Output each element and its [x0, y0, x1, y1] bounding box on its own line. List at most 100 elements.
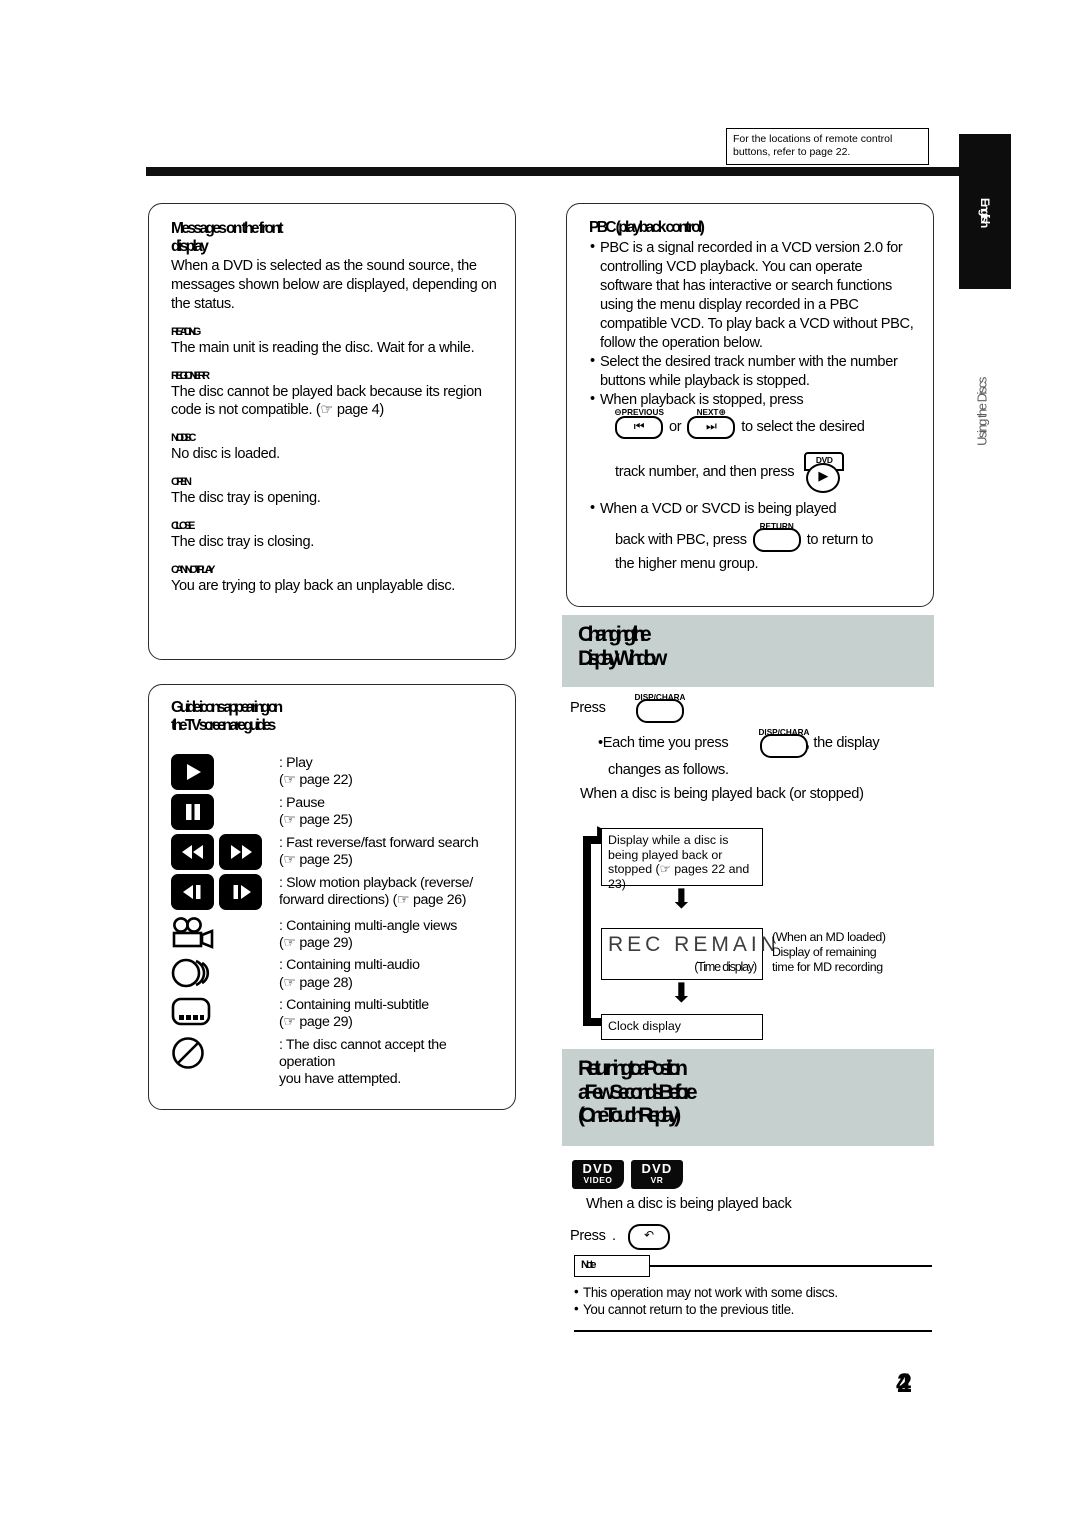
note-item-1: This operation may not work with some di…: [574, 1283, 932, 1301]
guide-panel-title: Guide icons appearing on the TV screen a…: [171, 699, 497, 735]
guide-row-search: : Fast reverse/fast forward search (☞ pa…: [171, 832, 497, 870]
status-desc-reading: The main unit is reading the disc. Wait …: [171, 339, 475, 356]
status-desc-close: The disc tray is closing.: [171, 534, 314, 551]
pbc-return-text-a: back with PBC, press: [615, 531, 747, 548]
guide-icons-play: [171, 752, 279, 790]
footer-rule: [574, 1330, 932, 1332]
guide-text-search: : Fast reverse/fast forward search (☞ pa…: [279, 834, 479, 868]
time-display-label: (Time display): [694, 959, 757, 974]
flow-arrow-2-icon: ⬇: [670, 978, 693, 1009]
pbc-row2-text: track number, and then press: [615, 463, 795, 480]
pbc-or-label: or: [669, 419, 682, 436]
guide-row-play: : Play (☞ page 22): [171, 752, 497, 790]
callout-line-1: For the locations of remote control: [733, 133, 893, 145]
dvd-play-button[interactable]: DVD ▶: [800, 451, 845, 493]
next-icon: ⏭: [706, 418, 717, 433]
guide-text-audio: : Containing multi-audio (☞ page 28): [279, 957, 420, 991]
front-display-title-line-2: display: [171, 237, 209, 255]
guide-text-subtitle: : Containing multi-subtitle (☞ page 29): [279, 996, 429, 1031]
prohibited-icon: [172, 1036, 204, 1069]
return-heading-line-2: a Few Seconds Before: [578, 1080, 698, 1104]
language-tab: English: [959, 134, 1011, 289]
section-side-label: Using the Discs: [962, 352, 1002, 472]
guide-title-line-2: the TV screen are guides: [171, 716, 276, 734]
pbc-panel-title: PBC (playback control): [589, 219, 705, 236]
pbc-bullet-2: Select the desired track number with the…: [589, 352, 915, 391]
disp-chara-caption-top: DISP/CHARA: [634, 693, 686, 702]
display-heading-line-1: Changing the: [578, 623, 652, 646]
replay-icon: ↶: [643, 1228, 655, 1242]
display-window-heading-text: Changing the Display Window: [578, 623, 934, 670]
next-button-caption: NEXT⊕: [696, 407, 726, 418]
front-display-messages-panel: Messages on the front display When a DVD…: [148, 203, 516, 660]
guide-icons-audio: [171, 954, 279, 990]
status-desc-no-disc: No disc is loaded.: [171, 446, 280, 463]
pbc-bullet-4: When a VCD or SVCD is being played: [589, 499, 915, 519]
badge-dvd-video-bottom: VIDEO: [583, 1175, 613, 1185]
front-display-panel-title: Messages on the front display: [171, 220, 497, 256]
flow-box-clock: Clock display: [601, 1014, 763, 1040]
status-code-no-disc: NO DISC: [171, 432, 196, 445]
status-desc-open: The disc tray is opening.: [171, 490, 321, 507]
guide-text-pause: : Pause (☞ page 25): [279, 794, 353, 828]
pbc-bullet-list-2: When a VCD or SVCD is being played: [589, 499, 915, 519]
status-code-open: OPEN: [171, 476, 192, 489]
status-code-region-err: REGION ERR: [171, 369, 210, 382]
remote-locations-callout: For the locations of remote control butt…: [726, 128, 929, 166]
guide-row-subtitle: : Containing multi-subtitle (☞ page 29): [171, 994, 497, 1032]
badge-dvd-video: DVD VIDEO: [572, 1160, 624, 1189]
display-window-section-heading: Changing the Display Window: [562, 615, 934, 687]
previous-button[interactable]: ⊖PREVIOUS ⏮: [614, 408, 664, 439]
pbc-dvd-button-row: track number, and then press DVD ▶: [615, 451, 915, 493]
display-sub-c: changes as follows.: [608, 762, 729, 778]
language-tab-label: English: [978, 197, 992, 226]
flow-arrow-1-icon: ⬇: [670, 884, 693, 915]
previous-icon: ⏮: [633, 418, 645, 433]
return-condition: When a disc is being played back: [586, 1196, 792, 1212]
flow-md-note-line-1: (When an MD loaded): [772, 930, 886, 944]
front-display-title-line-1: Messages on the front: [171, 220, 284, 237]
subtitle-icon: [171, 997, 211, 1026]
disp-chara-button-inline[interactable]: DISP/CHARA: [759, 728, 809, 763]
callout-line-2: buttons, refer to page 22.: [733, 146, 851, 159]
pbc-skip-button-row: ⊖PREVIOUS ⏮ or NEXT⊕ ⏭ to select the des…: [614, 408, 915, 439]
guide-text-angle: : Containing multi-angle views (☞ page 2…: [279, 917, 457, 951]
slow-reverse-icon: [171, 873, 214, 910]
badge-dvd-vr-top: DVD: [641, 1161, 673, 1176]
flow-box-playback: Display while a disc is being played bac…: [601, 828, 763, 891]
return-heading-line-1: Returning to a Position: [578, 1057, 688, 1080]
guide-row-angle: : Containing multi-angle views (☞ page 2…: [171, 915, 497, 953]
display-heading-line-2: Display Window: [578, 646, 667, 670]
display-press-label: Press: [570, 700, 606, 716]
status-code-close: CLOSE: [171, 520, 195, 533]
display-sub-b: , the display: [806, 735, 880, 751]
return-button[interactable]: RETURN: [752, 522, 801, 552]
return-press-label: Press: [570, 1228, 606, 1244]
guide-row-audio: : Containing multi-audio (☞ page 28): [171, 954, 497, 992]
guide-icons-prohibited: [171, 1034, 279, 1070]
disp-chara-button-top[interactable]: DISP/CHARA: [635, 693, 685, 728]
guide-icons-pause: [171, 792, 279, 830]
guide-icons-slow: [171, 872, 279, 910]
guide-icons-search: [171, 832, 279, 870]
flow-md-note-line-3: time for MD recording: [772, 960, 883, 975]
one-touch-replay-section-heading: Returning to a Position a Few Seconds Be…: [562, 1049, 934, 1146]
slow-forward-icon: [219, 873, 262, 910]
pbc-return-text-b: to return to: [806, 531, 874, 548]
next-button[interactable]: NEXT⊕ ⏭: [687, 408, 736, 439]
guide-text-play: : Play (☞ page 22): [279, 754, 353, 788]
one-touch-replay-button[interactable]: ↶: [628, 1224, 670, 1250]
guide-icons-panel: Guide icons appearing on the TV screen a…: [148, 684, 516, 1110]
flow-md-note: (When an MD loaded) Display of remaining…: [772, 930, 886, 975]
pbc-bullet-1: PBC is a signal recorded in a VCD versio…: [589, 238, 915, 353]
guide-row-slow: : Slow motion playback (reverse/ forward…: [171, 872, 497, 910]
audio-icon: [171, 958, 210, 988]
status-code-reading: READING: [171, 325, 201, 338]
pbc-return-button-row: back with PBC, press RETURN to return to: [615, 522, 915, 552]
disp-chara-caption-inline: DISP/CHARA: [758, 728, 810, 737]
pbc-bullet-list: PBC is a signal recorded in a VCD versio…: [589, 238, 915, 410]
display-condition: When a disc is being played back (or sto…: [580, 786, 864, 802]
guide-row-pause: : Pause (☞ page 25): [171, 792, 497, 830]
note-divider: [650, 1265, 932, 1267]
next-sign-icon: ⊕: [718, 407, 726, 418]
